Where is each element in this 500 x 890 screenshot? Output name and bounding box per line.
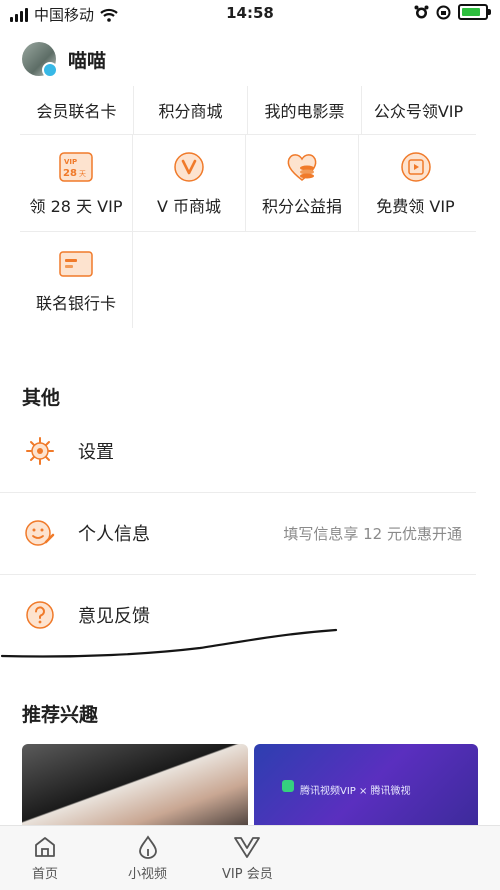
vip-v-icon bbox=[234, 837, 261, 858]
list-item-personal-info[interactable]: 个人信息 填写信息享 12 元优惠开通 bbox=[0, 492, 476, 575]
username: 喵喵 bbox=[68, 49, 107, 72]
grid-item-label: V 币商城 bbox=[156, 197, 222, 216]
grid-item-free-vip[interactable]: 免费领 VIP bbox=[359, 135, 472, 231]
heart-coin-icon bbox=[284, 149, 320, 185]
grid-item-points-mall[interactable]: 积分商城 bbox=[134, 86, 248, 134]
grid-empty-cell bbox=[133, 232, 246, 328]
tab-home[interactable]: 首页 bbox=[32, 834, 58, 882]
grid-item-label: 我的电影票 bbox=[264, 102, 345, 121]
grid-item-label: 免费领 VIP bbox=[376, 197, 455, 216]
v-coin-icon bbox=[171, 149, 207, 185]
section-title-recommend: 推荐兴趣 bbox=[22, 704, 99, 726]
svg-text:VIP: VIP bbox=[64, 158, 77, 166]
personal-info-label: 个人信息 bbox=[78, 524, 150, 545]
tab-vip-member[interactable]: VIP 会员 bbox=[222, 834, 273, 882]
verified-badge-icon bbox=[42, 62, 58, 78]
svg-text:天: 天 bbox=[79, 170, 86, 178]
grid-row-3: 联名银行卡 bbox=[20, 231, 476, 328]
battery-icon bbox=[458, 4, 491, 20]
grid-item-label: 积分公益捐 bbox=[261, 197, 342, 216]
gear-icon bbox=[24, 435, 56, 467]
personal-info-hint: 填写信息享 12 元优惠开通 bbox=[283, 524, 462, 543]
film-play-icon bbox=[398, 149, 434, 185]
bottom-tab-bar: 首页 小视频 VIP 会员 bbox=[0, 825, 500, 890]
grid-item-label: 公众号领VIP bbox=[373, 102, 464, 121]
section-title-other: 其他 bbox=[22, 387, 61, 409]
grid-row-1: 会员联名卡 积分商城 我的电影票 公众号领VIP bbox=[20, 86, 476, 134]
user-row[interactable]: 喵喵 bbox=[22, 42, 107, 78]
tab-short-video[interactable]: 小视频 bbox=[128, 834, 167, 882]
vip-28-day-icon: VIP 28 天 bbox=[58, 149, 94, 185]
list-item-settings[interactable]: 设置 bbox=[0, 410, 476, 493]
drop-icon bbox=[138, 835, 157, 859]
bank-card-icon bbox=[58, 246, 94, 282]
recommend-card[interactable] bbox=[22, 744, 248, 834]
grid-item-label: 领 28 天 VIP bbox=[29, 197, 123, 216]
rotation-lock-icon bbox=[436, 5, 451, 19]
grid-item-bank-card[interactable]: 联名银行卡 bbox=[20, 232, 133, 328]
grid-empty-cell bbox=[359, 232, 472, 328]
status-right bbox=[414, 4, 491, 20]
tab-label: 首页 bbox=[32, 867, 59, 882]
grid-item-label: 联名银行卡 bbox=[35, 294, 116, 313]
svg-text:28: 28 bbox=[63, 168, 77, 179]
tencent-video-logo-icon bbox=[282, 780, 294, 792]
home-icon bbox=[35, 837, 55, 857]
avatar[interactable] bbox=[22, 42, 58, 78]
grid-item-label: 积分商城 bbox=[158, 102, 223, 121]
grid-item-label: 会员联名卡 bbox=[36, 102, 117, 121]
scribble-line bbox=[0, 628, 338, 658]
feature-grid: 会员联名卡 积分商城 我的电影票 公众号领VIP VIP 28 天 领 28 天… bbox=[20, 86, 476, 328]
smile-edit-icon bbox=[24, 517, 56, 549]
grid-item-official-account-vip[interactable]: 公众号领VIP bbox=[362, 86, 475, 134]
grid-item-member-card[interactable]: 会员联名卡 bbox=[20, 86, 134, 134]
recommend-card[interactable]: 腾讯视频VIP × 腾讯微视 bbox=[254, 744, 478, 834]
grid-row-2: VIP 28 天 领 28 天 VIP V 币商城 积分公益捐 免费领 VIP bbox=[20, 134, 476, 231]
alarm-icon bbox=[414, 5, 429, 18]
tab-label: 小视频 bbox=[128, 867, 168, 882]
grid-item-vip-28-day[interactable]: VIP 28 天 领 28 天 VIP bbox=[20, 135, 133, 231]
status-bar: 中国移动 14:58 bbox=[0, 0, 500, 28]
grid-item-movie-tickets[interactable]: 我的电影票 bbox=[248, 86, 362, 134]
grid-empty-cell bbox=[246, 232, 359, 328]
grid-item-points-donation[interactable]: 积分公益捐 bbox=[246, 135, 359, 231]
tab-label: VIP 会员 bbox=[222, 867, 273, 882]
settings-label: 设置 bbox=[78, 442, 114, 463]
grid-item-v-coin-mall[interactable]: V 币商城 bbox=[133, 135, 246, 231]
recommend-card-text: 腾讯视频VIP × 腾讯微视 bbox=[300, 786, 411, 797]
